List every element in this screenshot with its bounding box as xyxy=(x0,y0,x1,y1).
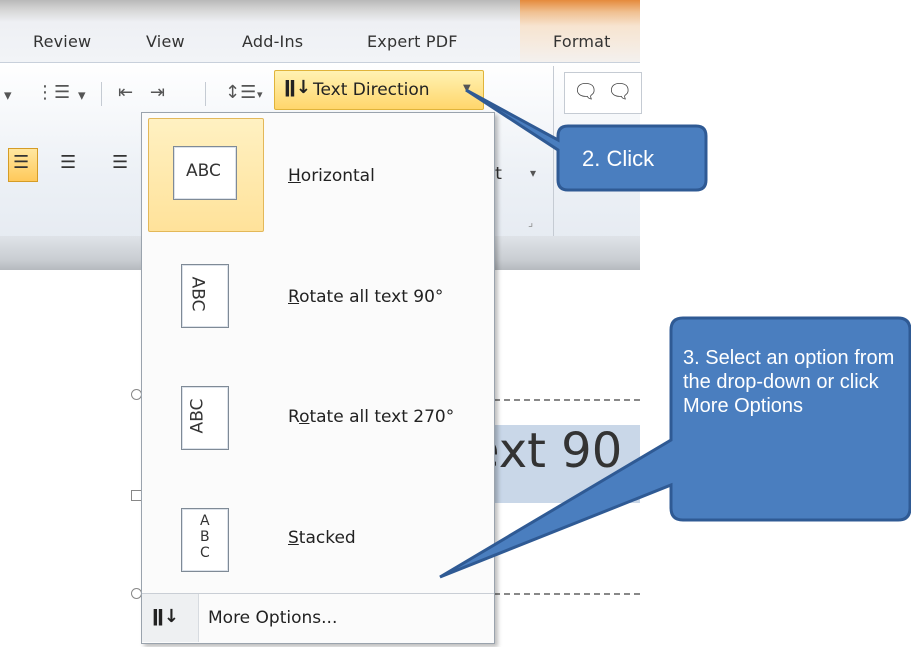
callout-step-2-text: 2. Click xyxy=(582,146,655,171)
callout-layer xyxy=(439,88,911,579)
callout-step-2-shape xyxy=(465,88,708,192)
callout-step-3-text: 3. Select an option from the drop-down o… xyxy=(683,347,895,417)
